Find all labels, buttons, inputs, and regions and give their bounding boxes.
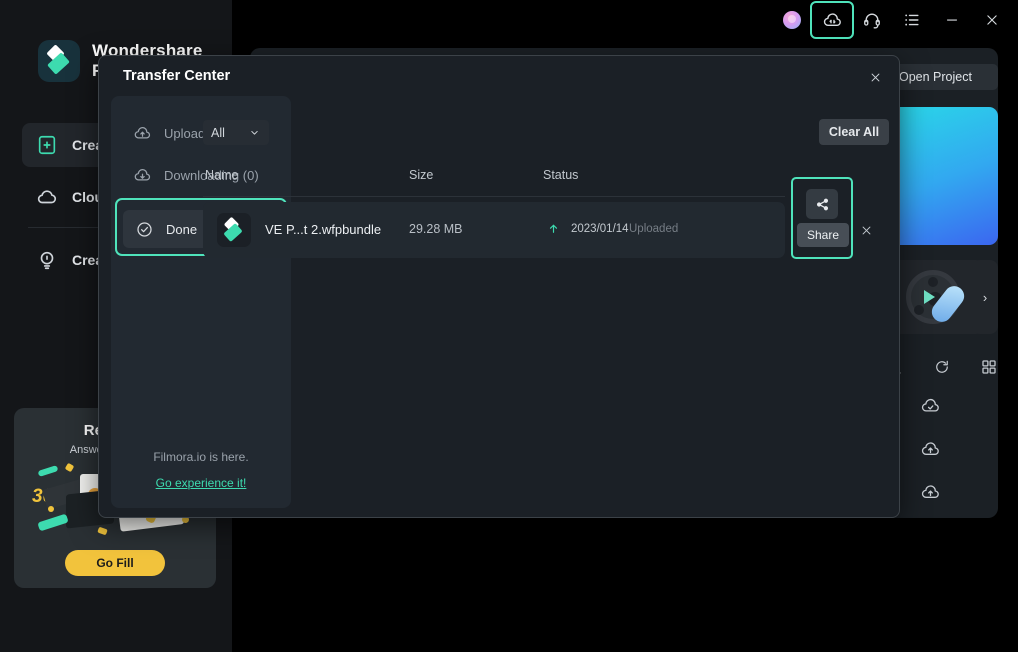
clear-all-button[interactable]: Clear All: [819, 119, 889, 145]
filmora-project-icon: [217, 213, 251, 247]
cloud-upload-icon[interactable]: [920, 482, 941, 503]
avatar[interactable]: [772, 3, 812, 37]
dialog-title: Transfer Center: [123, 68, 231, 84]
filter-select-value: All: [211, 125, 225, 140]
avatar-icon: [783, 11, 801, 29]
app-root: Wondershare Filmora Create Project: [0, 0, 1018, 652]
chevron-down-icon: [248, 126, 261, 139]
check-circle-icon: [135, 220, 154, 239]
transfer-date: 2023/01/14: [571, 223, 629, 235]
headset-icon: [862, 10, 882, 30]
dialog-close-button[interactable]: [863, 65, 887, 89]
transfer-center-button[interactable]: [810, 1, 854, 39]
cloud-download-icon: [133, 166, 152, 185]
column-header-status: Status: [543, 168, 579, 182]
filmora-logo-icon: [38, 40, 80, 82]
filter-select[interactable]: All: [203, 120, 269, 145]
cloud-icon: [36, 186, 58, 208]
cloud-check-icon[interactable]: [920, 396, 941, 417]
window-titlebar: [232, 0, 1018, 40]
dialog-sidebar: Uploading (0) Downloading (0): [111, 96, 291, 508]
close-icon: [983, 11, 1001, 29]
share-button[interactable]: [806, 189, 838, 219]
cloud-action-column: [905, 396, 955, 503]
cloud-transfer-icon: [822, 10, 843, 31]
create-new-project-card[interactable]: [888, 107, 998, 245]
filmora-io-text: Filmora.io is here.: [153, 450, 249, 464]
content-toolbar: [885, 352, 998, 382]
close-button[interactable]: [972, 3, 1012, 37]
table-header: Name Size Status: [203, 168, 789, 194]
play-icon: [924, 290, 935, 304]
transfer-center-dialog: Transfer Center Uploading (0): [98, 55, 900, 518]
minimize-icon: [943, 11, 961, 29]
upload-arrow-icon: [547, 222, 560, 235]
table-row[interactable]: VE P...t 2.wfpbundle 29.28 MB 2023/01/14…: [203, 202, 785, 258]
minimize-button[interactable]: [932, 3, 972, 37]
column-header-name: Name: [205, 168, 239, 182]
status-badge: Uploaded: [629, 223, 679, 235]
next-page-arrow-button[interactable]: ›: [972, 260, 998, 334]
file-size: 29.28 MB: [409, 222, 463, 236]
share-action-highlight: Share: [791, 177, 853, 259]
support-button[interactable]: [852, 3, 892, 37]
column-header-size: Size: [409, 168, 434, 182]
refresh-icon[interactable]: [933, 358, 951, 376]
new-project-icon: [36, 134, 58, 156]
go-experience-link[interactable]: Go experience it!: [111, 476, 291, 490]
list-menu-icon: [902, 10, 922, 30]
table-header-divider: [203, 196, 785, 197]
menu-button[interactable]: [892, 3, 932, 37]
open-project-button[interactable]: Open Project: [890, 64, 998, 90]
cloud-upload-icon: [133, 124, 152, 143]
share-tooltip: Share: [797, 223, 849, 247]
cloud-upload-icon[interactable]: [920, 439, 941, 460]
dialog-sidebar-footer: Filmora.io is here. Go experience it!: [111, 450, 291, 490]
promo-go-fill-button[interactable]: Go Fill: [65, 550, 165, 576]
file-name: VE P...t 2.wfpbundle: [265, 222, 382, 237]
recent-project-thumbnail[interactable]: [888, 260, 984, 334]
dialog-nav-label: Done: [166, 221, 198, 237]
grid-icon[interactable]: [980, 358, 998, 376]
lightbulb-icon: [36, 249, 58, 271]
remove-transfer-button[interactable]: [857, 221, 875, 239]
share-icon: [815, 197, 830, 212]
